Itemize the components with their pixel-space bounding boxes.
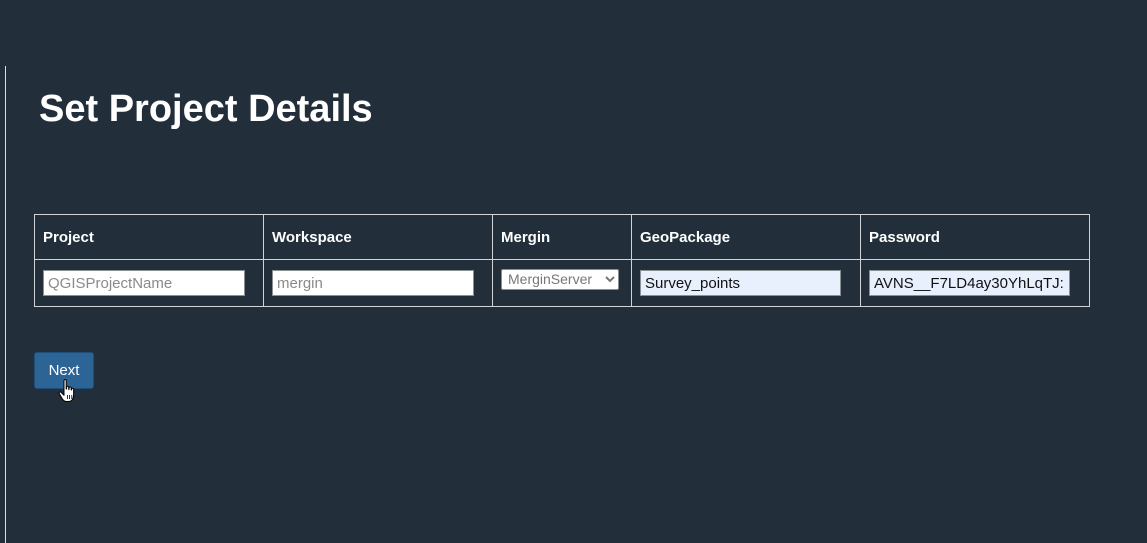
project-details-table: Project Workspace Mergin GeoPackage Pass… bbox=[34, 214, 1090, 307]
workspace-input[interactable] bbox=[272, 270, 474, 296]
left-border-line bbox=[5, 66, 6, 543]
password-input[interactable] bbox=[869, 270, 1070, 296]
geopackage-input[interactable] bbox=[640, 270, 841, 296]
mergin-cell: MerginServer bbox=[492, 259, 632, 307]
header-workspace: Workspace bbox=[263, 214, 493, 260]
page-title: Set Project Details bbox=[39, 88, 373, 130]
header-password: Password bbox=[860, 214, 1090, 260]
project-name-input[interactable] bbox=[43, 270, 245, 296]
geopackage-cell bbox=[631, 259, 861, 307]
project-cell bbox=[34, 259, 264, 307]
next-button[interactable]: Next bbox=[34, 352, 94, 389]
header-project: Project bbox=[34, 214, 264, 260]
password-cell bbox=[860, 259, 1090, 307]
header-mergin: Mergin bbox=[492, 214, 632, 260]
header-geopackage: GeoPackage bbox=[631, 214, 861, 260]
mergin-server-select[interactable]: MerginServer bbox=[501, 268, 619, 290]
table-input-row: MerginServer bbox=[34, 259, 1090, 307]
workspace-cell bbox=[263, 259, 493, 307]
table-header-row: Project Workspace Mergin GeoPackage Pass… bbox=[34, 214, 1090, 260]
